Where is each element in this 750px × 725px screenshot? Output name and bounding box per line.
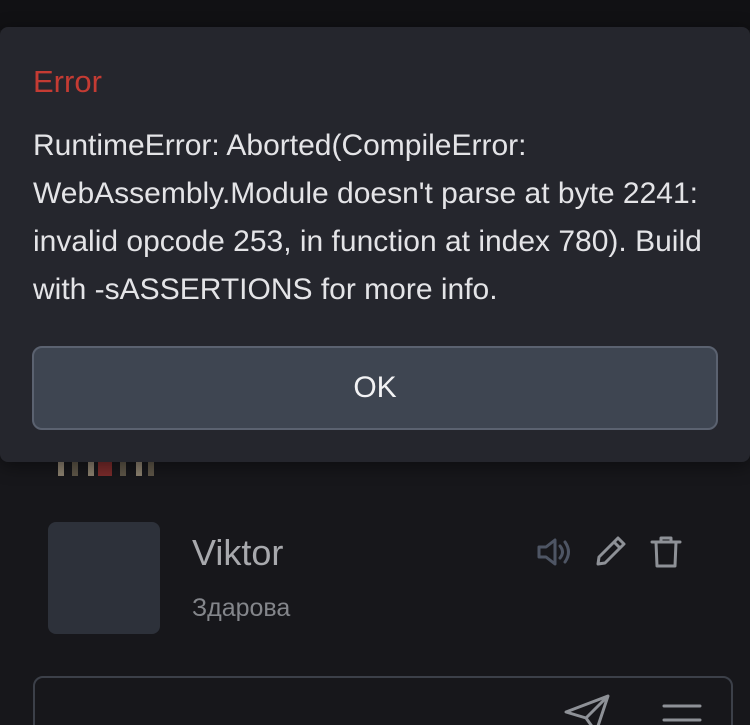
avatar[interactable] bbox=[48, 522, 160, 634]
send-icon[interactable] bbox=[562, 692, 612, 725]
dialog-message: RuntimeError: Aborted(CompileError: WebA… bbox=[33, 129, 702, 306]
screen: Viktor Здарова Error RuntimeError: Abort… bbox=[0, 0, 750, 725]
chat-last-message: Здарова bbox=[192, 594, 291, 622]
top-strip bbox=[0, 0, 750, 30]
trash-icon[interactable] bbox=[646, 532, 686, 572]
chat-item-viktor[interactable]: Viktor Здарова bbox=[48, 522, 698, 636]
ok-button[interactable]: OK bbox=[32, 346, 718, 430]
error-dialog: Error RuntimeError: Aborted(CompileError… bbox=[0, 27, 750, 462]
menu-icon[interactable] bbox=[660, 700, 704, 725]
dialog-title: Error bbox=[33, 64, 102, 99]
speaker-icon[interactable] bbox=[534, 532, 574, 572]
chat-name: Viktor bbox=[192, 532, 284, 573]
message-input[interactable] bbox=[33, 676, 733, 725]
pencil-icon[interactable] bbox=[590, 532, 630, 572]
